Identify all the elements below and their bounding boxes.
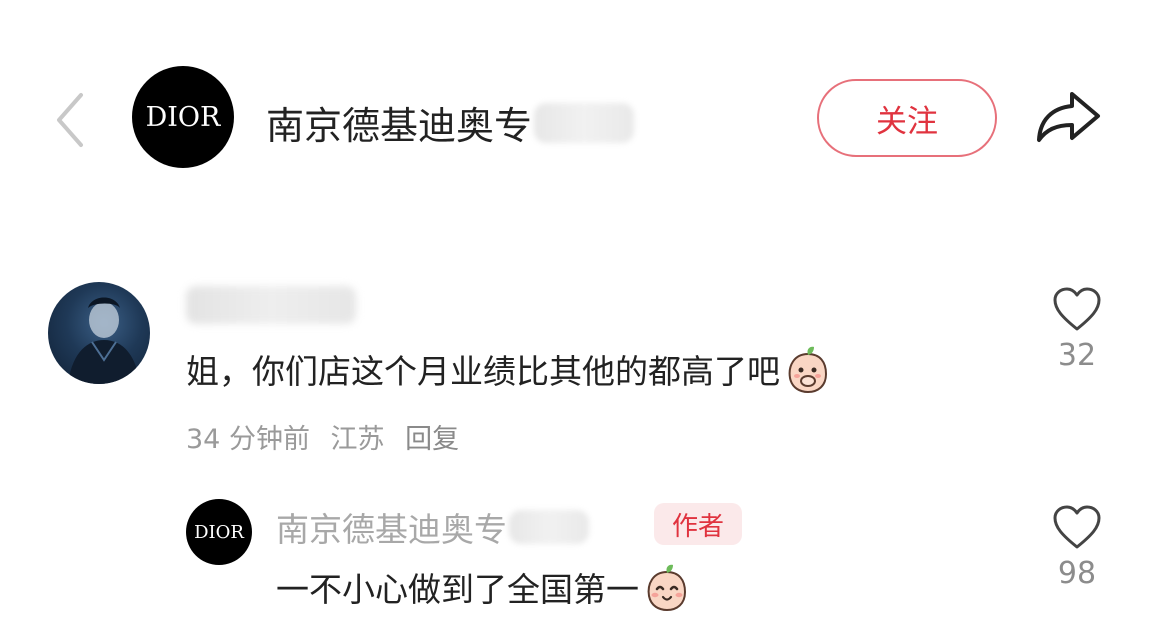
- comment-like[interactable]: 32: [1042, 286, 1112, 373]
- reply-body: 一不小心做到了全国第一: [276, 570, 639, 609]
- page-title[interactable]: 南京德基迪奥专: [266, 95, 635, 150]
- reply-name-text: 南京德基迪奥专: [276, 510, 507, 549]
- comment-body: 姐，你们店这个月业绩比其他的都高了吧: [186, 352, 780, 391]
- reply-button[interactable]: 回复: [405, 424, 459, 455]
- reply-avatar[interactable]: DIOR: [186, 499, 252, 565]
- heart-outline-icon: [1053, 287, 1101, 331]
- like-count: 98: [1057, 556, 1097, 591]
- commenter-avatar[interactable]: [48, 282, 150, 384]
- peach-covering-mouth-emoji: [788, 346, 828, 394]
- reply-author-name[interactable]: 南京德基迪奥专: [276, 503, 589, 551]
- shop-avatar[interactable]: DIOR: [132, 66, 234, 168]
- user-photo-avatar: [68, 297, 140, 384]
- peach-smile-emoji: [647, 564, 687, 612]
- redacted-text-blur: [509, 510, 589, 544]
- avatar-logo-text: DIOR: [145, 101, 221, 133]
- back-button[interactable]: [50, 90, 90, 150]
- avatar-logo-text: DIOR: [194, 521, 244, 543]
- shop-name: 南京德基迪奥专: [266, 104, 533, 148]
- comment-time: 34 分钟前: [186, 424, 310, 455]
- commenter-name-redacted[interactable]: [186, 286, 356, 324]
- heart-outline-icon: [1053, 505, 1101, 549]
- follow-button[interactable]: 关注: [817, 79, 997, 157]
- author-badge: 作者: [654, 503, 742, 545]
- reply-text: 一不小心做到了全国第一: [276, 562, 691, 612]
- comment-text: 姐，你们店这个月业绩比其他的都高了吧: [186, 344, 832, 394]
- share-arrow-icon: [1037, 92, 1100, 142]
- comment-meta: 34 分钟前 江苏 回复: [186, 417, 471, 456]
- comment-location: 江苏: [330, 424, 385, 455]
- chevron-left-icon: [57, 93, 83, 147]
- redacted-text-blur: [534, 102, 635, 143]
- reply-like[interactable]: 98: [1042, 504, 1112, 591]
- share-button[interactable]: [1032, 82, 1104, 154]
- like-count: 32: [1057, 338, 1097, 373]
